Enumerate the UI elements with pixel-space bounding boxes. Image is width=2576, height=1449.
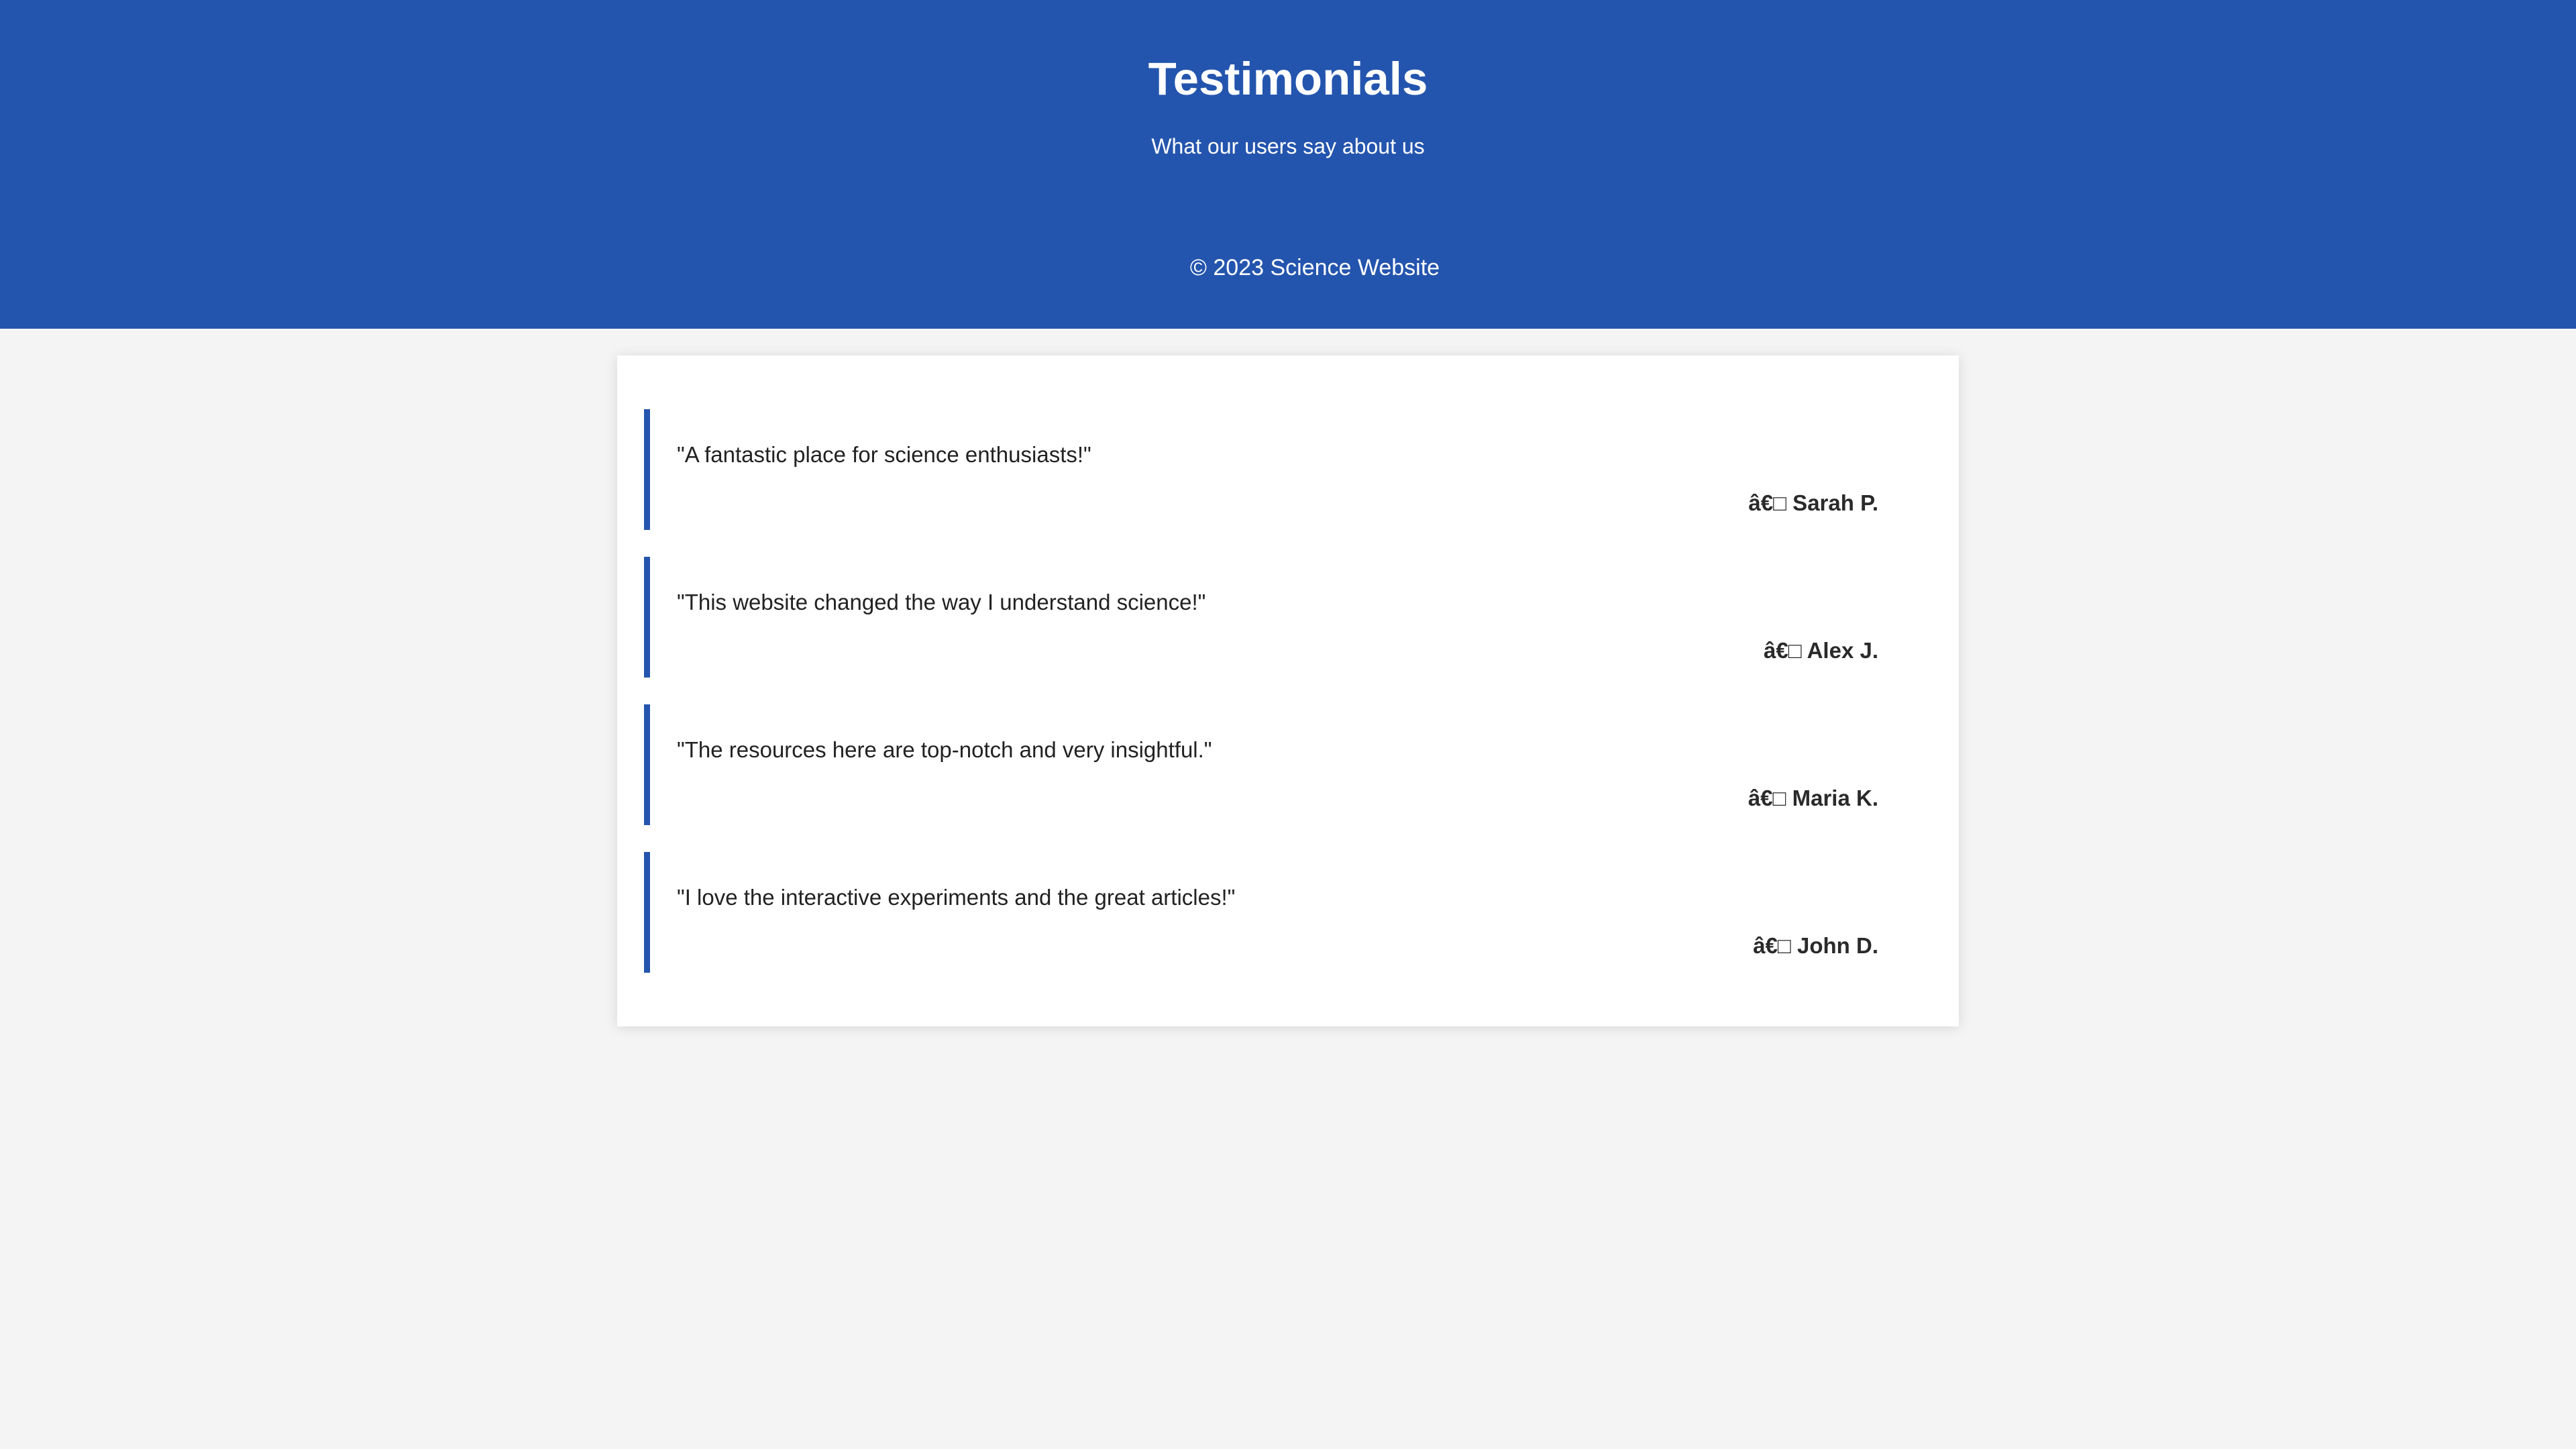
page-header: Testimonials What our users say about us… xyxy=(0,0,2576,329)
testimonial-item: "A fantastic place for science enthusias… xyxy=(644,409,1905,530)
testimonial-quote: "The resources here are top-notch and ve… xyxy=(677,737,1212,762)
testimonial-author: â€□ John D. xyxy=(1753,933,1878,958)
copyright-text: © 2023 Science Website xyxy=(1189,255,1440,280)
page-title: Testimonials xyxy=(1148,53,1428,105)
testimonial-item: "The resources here are top-notch and ve… xyxy=(644,704,1905,825)
testimonial-author: â€□ Maria K. xyxy=(1748,786,1878,810)
testimonial-author: â€□ Sarah P. xyxy=(1748,490,1878,515)
testimonial-quote: "I love the interactive experiments and … xyxy=(677,885,1236,910)
testimonial-quote: "This website changed the way I understa… xyxy=(677,590,1206,614)
testimonial-item: "I love the interactive experiments and … xyxy=(644,852,1905,973)
testimonial-item: "This website changed the way I understa… xyxy=(644,557,1905,678)
testimonials-card: "A fantastic place for science enthusias… xyxy=(617,356,1959,1026)
page-subtitle: What our users say about us xyxy=(1151,134,1425,158)
testimonial-quote: "A fantastic place for science enthusias… xyxy=(677,442,1091,467)
testimonial-author: â€□ Alex J. xyxy=(1764,638,1878,663)
